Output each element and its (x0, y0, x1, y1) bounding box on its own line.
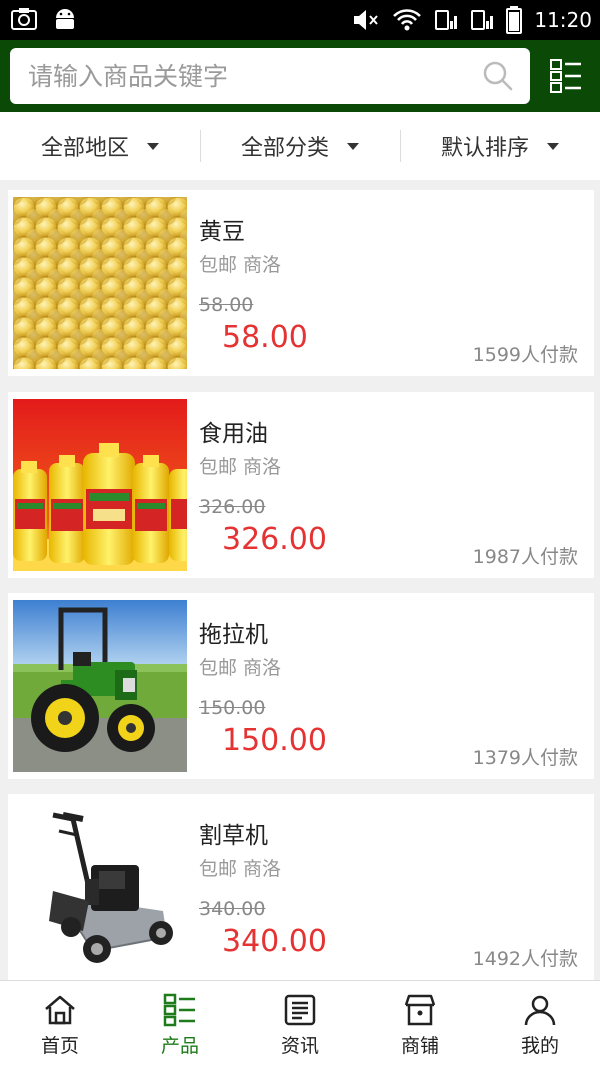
filter-label: 全部分类 (240, 136, 329, 161)
news-icon (284, 994, 316, 1026)
filter-sort[interactable]: 默认排序 (400, 112, 600, 180)
search-box[interactable] (10, 48, 530, 104)
filter-label: 全部地区 (40, 136, 129, 161)
product-name: 拖拉机 (199, 622, 268, 648)
product-price: 150.00 (222, 723, 327, 758)
sim-signal-icon (471, 10, 494, 30)
product-image-soybean (13, 197, 187, 369)
shop-icon (404, 994, 436, 1026)
android-icon (56, 9, 74, 29)
battery-icon (506, 6, 523, 34)
grid-list-icon (163, 993, 195, 1027)
product-sales-count: 1599人付款 (472, 344, 578, 366)
status-bar: 11:20 (0, 0, 600, 40)
tab-label: 首页 (40, 1035, 79, 1057)
product-tags: 包邮 商洛 (199, 254, 282, 276)
dropdown-caret-icon (547, 142, 559, 150)
product-list: 黄豆 包邮 商洛 58.00 58.00 1599人付款 食用油 包邮 商洛 3… (0, 180, 600, 980)
product-sales-count: 1987人付款 (472, 546, 578, 568)
tab-label: 产品 (160, 1035, 199, 1057)
home-icon (45, 995, 75, 1025)
product-card-tractor[interactable]: 拖拉机 包邮 商洛 150.00 150.00 1379人付款 (8, 593, 594, 779)
product-original-price: 150.00 (199, 697, 266, 719)
sim-signal-icon (435, 10, 458, 30)
wifi-icon (393, 9, 422, 31)
filter-label: 默认排序 (440, 136, 529, 161)
filter-region[interactable]: 全部地区 (0, 112, 200, 180)
filter-bar: 全部地区 全部分类 默认排序 (0, 112, 600, 180)
product-tags: 包邮 商洛 (199, 456, 282, 478)
product-image-cooking-oil (13, 399, 187, 571)
tab-label: 资讯 (280, 1035, 319, 1057)
product-name: 黄豆 (199, 219, 245, 245)
tab-shops[interactable]: 商铺 (360, 981, 480, 1067)
product-price: 58.00 (222, 320, 308, 355)
user-icon (524, 995, 556, 1026)
dropdown-caret-icon (147, 142, 159, 150)
filter-category[interactable]: 全部分类 (200, 112, 400, 180)
product-original-price: 58.00 (199, 294, 254, 316)
bottom-tab-bar: 首页 产品 资讯 商铺 我的 (0, 980, 600, 1067)
dropdown-caret-icon (347, 142, 359, 150)
tab-profile[interactable]: 我的 (480, 981, 600, 1067)
product-name: 割草机 (199, 823, 268, 849)
tab-label: 我的 (520, 1035, 559, 1057)
tab-home[interactable]: 首页 (0, 981, 120, 1067)
product-sales-count: 1379人付款 (472, 747, 578, 769)
search-header (0, 40, 600, 112)
product-original-price: 340.00 (199, 898, 266, 920)
search-input[interactable] (10, 48, 470, 104)
screenshot-icon (11, 8, 37, 30)
product-image-lawn-mower (13, 801, 187, 973)
product-sales-count: 1492人付款 (472, 948, 578, 970)
category-menu-icon[interactable] (550, 58, 582, 94)
product-price: 326.00 (222, 522, 327, 557)
product-price: 340.00 (222, 924, 327, 959)
mute-icon (354, 10, 379, 30)
tab-products[interactable]: 产品 (120, 981, 240, 1067)
product-card-lawn-mower[interactable]: 割草机 包邮 商洛 340.00 340.00 1492人付款 (8, 794, 594, 980)
search-icon[interactable] (482, 60, 514, 92)
product-tags: 包邮 商洛 (199, 657, 282, 679)
tab-news[interactable]: 资讯 (240, 981, 360, 1067)
product-card-soybean[interactable]: 黄豆 包邮 商洛 58.00 58.00 1599人付款 (8, 190, 594, 376)
product-name: 食用油 (199, 421, 268, 447)
product-tags: 包邮 商洛 (199, 858, 282, 880)
clock: 11:20 (534, 8, 592, 32)
product-original-price: 326.00 (199, 496, 266, 518)
tab-label: 商铺 (400, 1035, 439, 1057)
product-image-tractor (13, 600, 187, 772)
product-card-cooking-oil[interactable]: 食用油 包邮 商洛 326.00 326.00 1987人付款 (8, 392, 594, 578)
